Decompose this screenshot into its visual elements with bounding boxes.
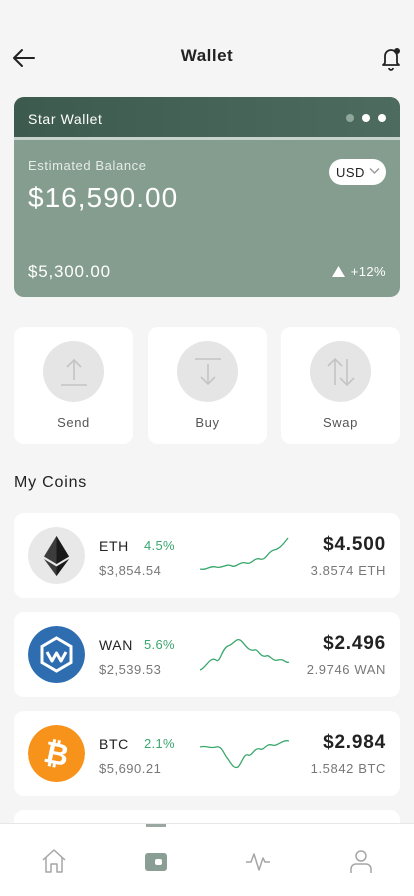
send-icon-circle — [43, 341, 104, 402]
coin-price: $2.496 — [323, 633, 386, 654]
currency-dropdown[interactable]: USD — [329, 159, 386, 185]
coin-quantity: 2.9746 WAN — [306, 662, 386, 677]
pager-dot[interactable] — [362, 114, 370, 122]
header: Wallet — [0, 36, 414, 80]
card-header: Star Wallet — [14, 97, 400, 140]
download-icon — [194, 357, 221, 385]
coin-symbol: WAN — [99, 637, 133, 653]
profile-icon[interactable] — [346, 846, 376, 876]
buy-label: Buy — [195, 415, 220, 430]
balance-amount: $16,590.00 — [28, 182, 179, 213]
upload-icon — [60, 358, 87, 386]
coin-change: 5.6% — [144, 637, 175, 652]
coin-change: 2.1% — [144, 736, 175, 751]
wanchain-icon — [28, 626, 85, 683]
sparkline-chart — [200, 740, 290, 769]
coin-quantity: 1.5842 BTC — [310, 761, 386, 776]
send-label: Send — [57, 415, 90, 430]
page-title: Wallet — [180, 46, 234, 65]
pager-dot[interactable] — [346, 114, 354, 122]
coin-change: 4.5% — [144, 538, 175, 553]
balance-card[interactable]: Star Wallet Estimated Balance $16,590.00… — [14, 97, 400, 297]
swap-icon — [326, 357, 355, 386]
triangle-up-icon — [331, 266, 345, 277]
buy-button[interactable]: Buy — [148, 327, 267, 444]
balance-change: +12% — [331, 264, 386, 279]
coin-symbol: BTC — [99, 736, 129, 752]
sparkline-chart — [200, 537, 289, 571]
coin-fiat-value: $5,690.21 — [99, 761, 162, 776]
change-percent: +12% — [350, 264, 386, 279]
sub-balance: $5,300.00 — [28, 262, 111, 281]
home-icon[interactable] — [39, 846, 69, 876]
coin-symbol: ETH — [99, 538, 129, 554]
sparkline-chart — [200, 638, 290, 671]
estimated-balance-label: Estimated Balance — [28, 158, 147, 173]
coin-quantity: 3.8574 ETH — [310, 563, 386, 578]
coin-row-btc[interactable]: ₿ BTC 2.1% $5,690.21 $2.984 1.5842 BTC — [14, 711, 400, 796]
wallet-icon[interactable] — [141, 846, 171, 876]
buy-icon-circle — [177, 341, 238, 402]
bottom-tab-bar — [0, 823, 414, 896]
wallet-name: Star Wallet — [28, 111, 103, 127]
my-coins-title: My Coins — [14, 474, 88, 491]
quick-actions: Send Buy Swap — [14, 327, 400, 444]
tab-indicator — [146, 824, 166, 827]
currency-value: USD — [336, 164, 365, 180]
swap-button[interactable]: Swap — [281, 327, 400, 444]
bitcoin-icon: ₿ — [28, 725, 85, 782]
coin-fiat-value: $2,539.53 — [99, 662, 162, 677]
coin-row-eth[interactable]: ETH 4.5% $3,854.54 $4.500 3.8574 ETH — [14, 513, 400, 598]
card-pager[interactable] — [346, 114, 386, 122]
send-button[interactable]: Send — [14, 327, 133, 444]
coin-row-wan[interactable]: WAN 5.6% $2,539.53 $2.496 2.9746 WAN — [14, 612, 400, 697]
swap-icon-circle — [310, 341, 371, 402]
pager-dot[interactable] — [378, 114, 386, 122]
coin-fiat-value: $3,854.54 — [99, 563, 162, 578]
coin-price: $4.500 — [323, 534, 386, 555]
bell-icon[interactable] — [378, 44, 404, 72]
ethereum-icon — [28, 527, 85, 584]
chevron-down-icon — [369, 168, 380, 174]
coin-price: $2.984 — [323, 732, 386, 753]
swap-label: Swap — [323, 415, 358, 430]
activity-icon[interactable] — [243, 846, 273, 876]
